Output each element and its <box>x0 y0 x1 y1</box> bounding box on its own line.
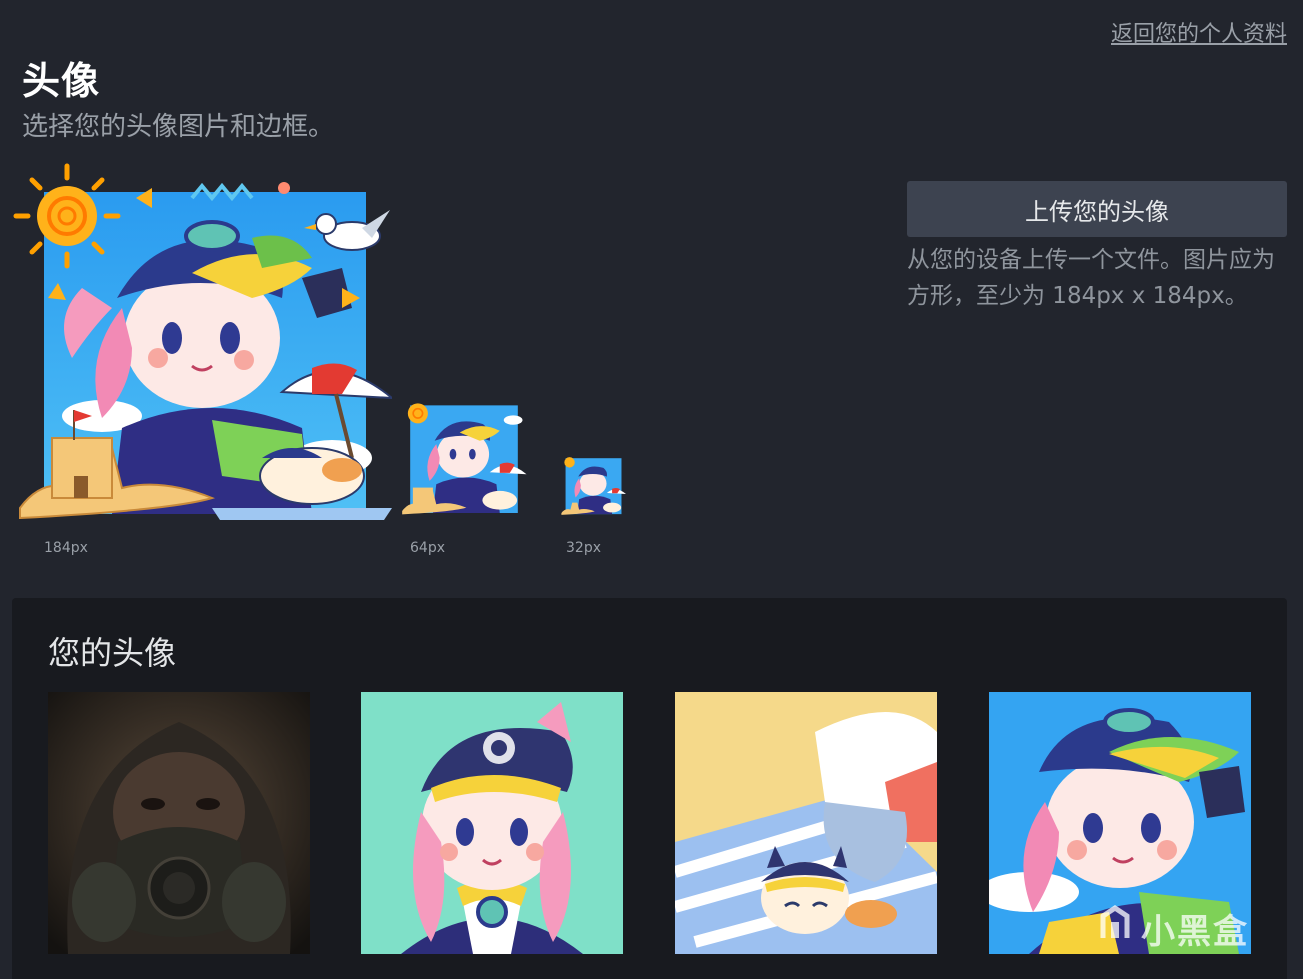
avatar-preview-medium <box>398 394 528 516</box>
your-avatars-title: 您的头像 <box>48 634 177 672</box>
back-to-profile-link[interactable]: 返回您的个人资料 <box>1111 16 1287 48</box>
avatar-preview: 184px 64px 32px <box>0 150 700 570</box>
size-label-184: 184px <box>44 540 88 556</box>
page-subtitle: 选择您的头像图片和边框。 <box>22 112 335 142</box>
avatar-option-beach-cat[interactable] <box>675 692 937 954</box>
your-avatars-panel: 您的头像 小黑盒 <box>12 598 1287 979</box>
watermark-logo-icon <box>1095 904 1135 953</box>
size-label-64: 64px <box>410 540 445 556</box>
watermark: 小黑盒 <box>1095 904 1249 953</box>
avatar-settings-page: 返回您的个人资料 头像 选择您的头像图片和边框。 184px 64px 32px… <box>0 0 1303 979</box>
page-title: 头像 <box>22 59 101 103</box>
size-label-32: 32px <box>566 540 601 556</box>
avatar-option-steam-cap-girl[interactable] <box>361 692 623 954</box>
avatar-option-gas-mask[interactable] <box>48 692 310 954</box>
watermark-text: 小黑盒 <box>1141 912 1249 952</box>
upload-avatar-button[interactable]: 上传您的头像 <box>907 181 1287 237</box>
avatar-preview-small <box>560 452 626 516</box>
avatar-preview-large <box>12 158 392 523</box>
upload-hint: 从您的设备上传一个文件。图片应为方形，至少为 184px x 184px。 <box>907 247 1275 309</box>
